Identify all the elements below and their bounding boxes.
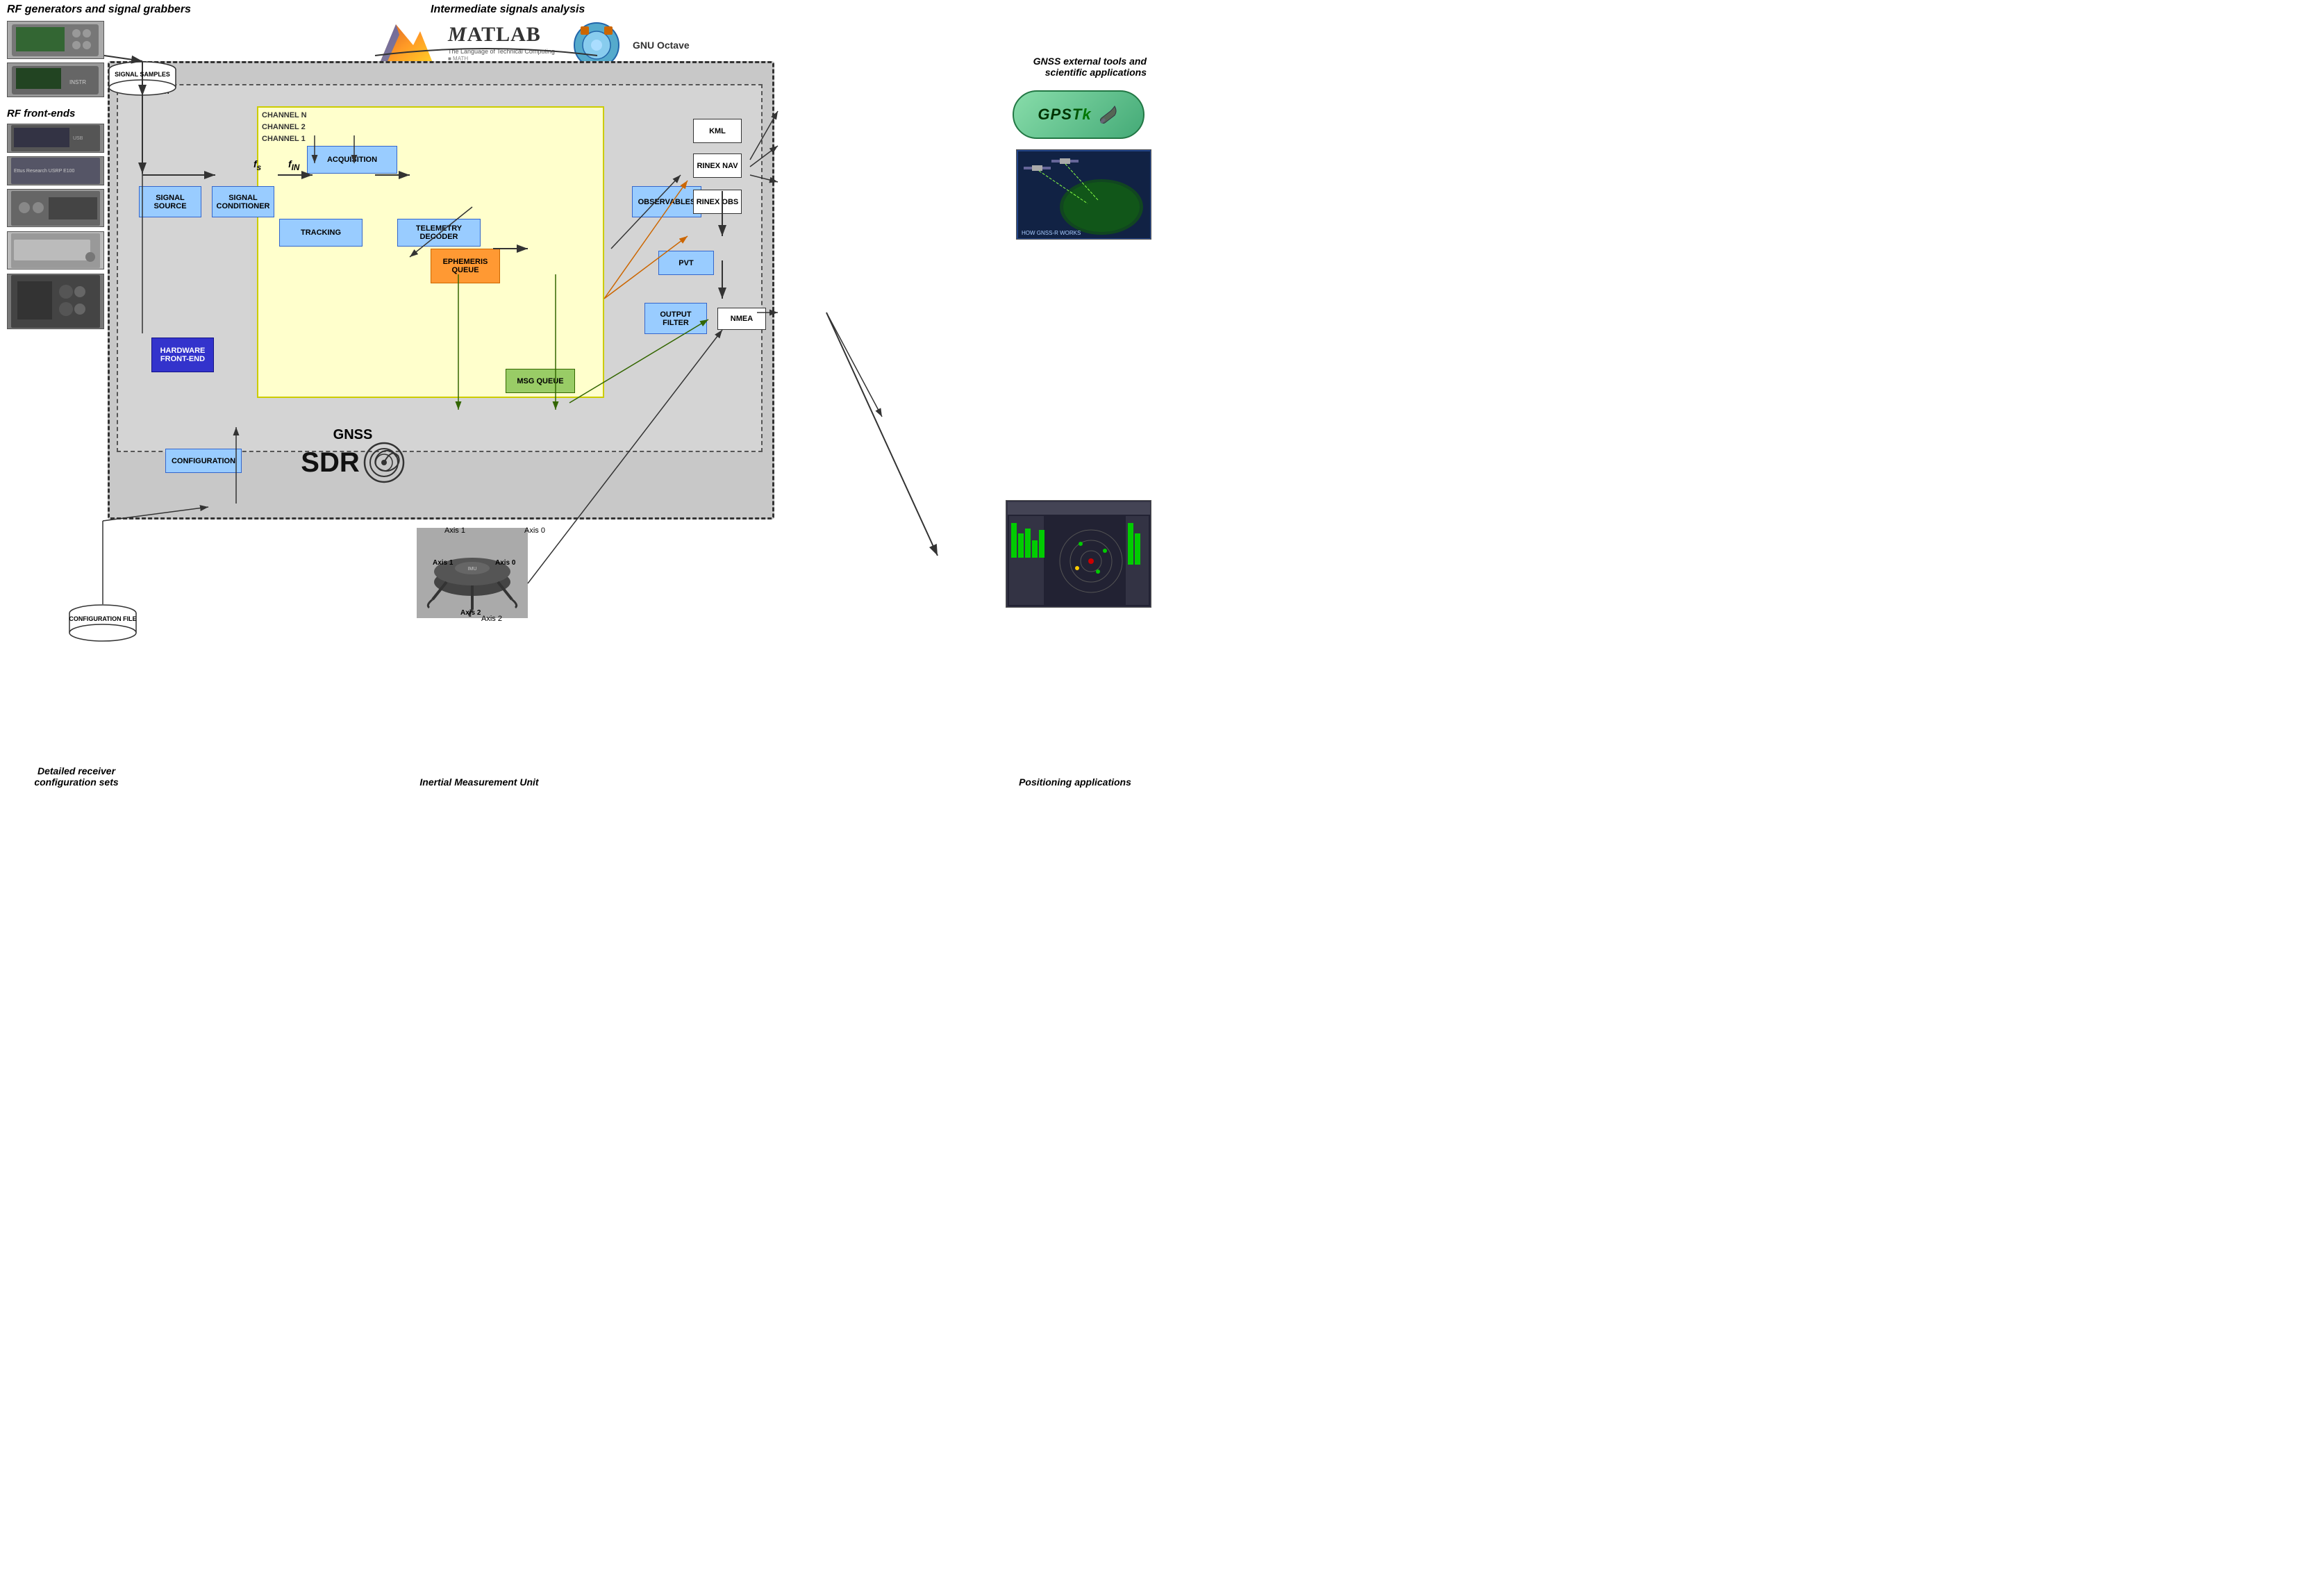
gpstk-area: GPSTk	[1013, 90, 1151, 139]
telemetry-decoder-box: TELEMETRY DECODER	[397, 219, 481, 247]
svg-text:IMU: IMU	[467, 567, 476, 572]
configuration-file-label: CONFIGURATION FILE	[69, 615, 136, 623]
svg-text:Axis 2: Axis 2	[460, 609, 481, 617]
svg-text:Axis 0: Axis 0	[495, 559, 516, 567]
kml-box: KML	[693, 119, 742, 143]
output-filter-box: OUTPUT FILTER	[644, 303, 707, 334]
svg-text:Ettus Research USRP E100: Ettus Research USRP E100	[14, 169, 75, 174]
rf-device5-image	[7, 274, 104, 329]
configuration-file-cylinder: CONFIGURATION FILE	[68, 604, 138, 642]
svg-text:INSTR: INSTR	[69, 79, 86, 85]
svg-text:USB: USB	[73, 136, 83, 141]
intermediate-signals-label: Intermediate signals analysis	[431, 3, 585, 16]
signal-conditioner-box: SIGNAL CONDITIONER	[212, 186, 274, 217]
matlab-logo-text: MATLAB	[448, 23, 541, 47]
gnu-octave-label: GNU Octave	[633, 40, 690, 51]
tracking-box: TRACKING	[279, 219, 363, 247]
rinex-obs-box: RINEX OBS	[693, 190, 742, 214]
svg-text:HOW GNSS-R WORKS: HOW GNSS-R WORKS	[1022, 230, 1081, 236]
rinex-nav-box: RINEX NAV	[693, 153, 742, 178]
oscilloscope-image	[7, 21, 104, 59]
rf-device4-image	[7, 231, 104, 269]
axis-2-label: Axis 2	[481, 615, 502, 623]
imu-image: IMU Axis 1 Axis 0 Axis 2	[417, 528, 528, 618]
channel-1-label: CHANNEL 1	[262, 135, 306, 143]
axis-0-label: Axis 0	[524, 526, 545, 535]
positioning-app-image	[1006, 500, 1151, 608]
rf-frontends-label: RF front-ends	[7, 108, 75, 119]
channel-2-label: CHANNEL 2	[262, 123, 306, 131]
positioning-caption: Positioning applications	[999, 776, 1151, 788]
gnss-r-satellite-image: HOW GNSS-R WORKS	[1016, 149, 1151, 240]
ephemeris-queue-box: EPHEMERIS QUEUE	[431, 249, 500, 283]
hardware-frontend-box: HARDWARE FRONT-END	[151, 338, 214, 372]
rf-device2-image: Ettus Research USRP E100	[7, 156, 104, 185]
diagram-container: RF generators and signal grabbers Interm…	[0, 0, 1157, 798]
svg-text:Axis 1: Axis 1	[433, 559, 453, 567]
configuration-box: CONFIGURATION	[165, 449, 242, 473]
nmea-box: NMEA	[717, 308, 766, 330]
gpstk-text: GPSTk	[1038, 106, 1091, 124]
gnss-sdr-spiral-icon	[363, 442, 405, 483]
observables-box: OBSERVABLES	[632, 186, 701, 217]
signal-samples-cylinder: SIGNAL SAMPLES	[108, 61, 177, 96]
acquisition-box: ACQUISITION	[307, 146, 397, 174]
detailed-config-caption: Detailed receiver configuration sets	[7, 765, 146, 788]
gnss-external-label: GNSS external tools and scientific appli…	[1008, 56, 1147, 78]
rf-generators-label: RF generators and signal grabbers	[7, 3, 191, 16]
rf-device1-image: USB	[7, 124, 104, 153]
fs-label: fs	[253, 158, 261, 172]
imu-caption: Inertial Measurement Unit	[392, 776, 566, 788]
rf-device3-image	[7, 189, 104, 227]
pvt-box: PVT	[658, 251, 714, 275]
gpstk-logo: GPSTk	[1013, 90, 1144, 139]
channel-n-label: CHANNEL N	[262, 111, 307, 119]
msg-queue-box: MSG QUEUE	[506, 369, 575, 393]
signal-samples-label: SIGNAL SAMPLES	[115, 71, 170, 78]
gnss-sdr-logo: GNSS SDR	[283, 410, 422, 501]
signal-source-box: SIGNAL SOURCE	[139, 186, 201, 217]
fin-label: fIN	[288, 158, 299, 172]
axis-1-label: Axis 1	[444, 526, 465, 535]
gnss-sdr-box: GNSS-SDR FLOWGRAPH CHANNEL N CHANNEL 2 C…	[108, 61, 774, 519]
oscilloscope2-image: INSTR	[7, 63, 104, 97]
matlab-tagline: The Language of Technical Computing	[448, 48, 555, 55]
